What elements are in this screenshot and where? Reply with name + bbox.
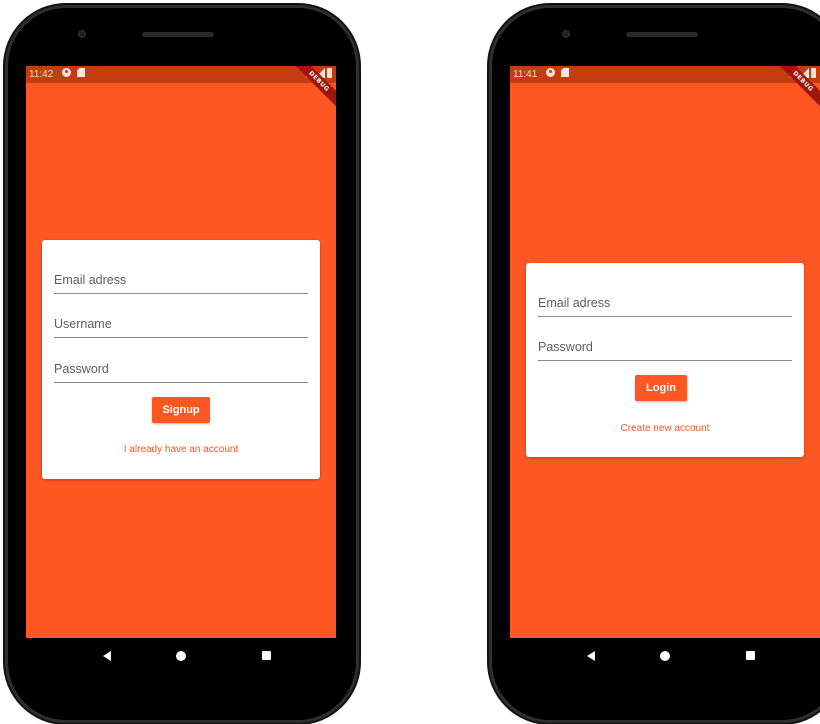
login-link[interactable]: I already have an account — [42, 444, 320, 455]
recents-icon[interactable] — [746, 651, 755, 660]
signup-screen: 11:42 DEBUG Signup — [26, 66, 336, 638]
sd-card-icon — [77, 68, 85, 77]
sync-icon — [62, 68, 71, 77]
earpiece-speaker — [142, 32, 214, 37]
status-icons-left — [546, 68, 569, 77]
username-input[interactable] — [54, 317, 308, 331]
status-time: 11:41 — [513, 69, 538, 80]
home-icon[interactable] — [660, 651, 670, 661]
password-input[interactable] — [54, 362, 308, 376]
home-icon[interactable] — [176, 651, 186, 661]
navigation-bar — [510, 638, 820, 674]
phone-login: 11:41 DEBUG Login Create new account — [492, 8, 820, 720]
password-field[interactable] — [54, 338, 308, 383]
username-field[interactable] — [54, 293, 308, 338]
password-field[interactable] — [538, 316, 792, 361]
earpiece-speaker — [626, 32, 698, 37]
password-input[interactable] — [538, 340, 792, 354]
front-camera — [78, 30, 86, 38]
login-screen: 11:41 DEBUG Login Create new account — [510, 66, 820, 638]
sync-icon — [546, 68, 555, 77]
create-account-link[interactable]: Create new account — [526, 423, 804, 434]
debug-banner: DEBUG — [774, 66, 820, 112]
login-button[interactable]: Login — [635, 375, 687, 401]
back-icon[interactable] — [587, 651, 595, 661]
status-bar: 11:41 DEBUG — [510, 66, 820, 111]
debug-banner: DEBUG — [290, 66, 336, 112]
recents-icon[interactable] — [262, 651, 271, 660]
email-field[interactable] — [54, 249, 308, 294]
signup-card: Signup I already have an account — [42, 240, 320, 479]
status-time: 11:42 — [29, 69, 54, 80]
back-icon[interactable] — [103, 651, 111, 661]
signup-button[interactable]: Signup — [152, 397, 210, 423]
status-bar: 11:42 DEBUG — [26, 66, 336, 111]
navigation-bar — [26, 638, 336, 674]
debug-banner-label: DEBUG — [774, 66, 820, 111]
email-input[interactable] — [538, 296, 792, 310]
status-icons-left — [62, 68, 85, 77]
sd-card-icon — [561, 68, 569, 77]
debug-banner-label: DEBUG — [290, 66, 336, 111]
email-input[interactable] — [54, 273, 308, 287]
login-card: Login Create new account — [526, 263, 804, 457]
front-camera — [562, 30, 570, 38]
phone-signup: 11:42 DEBUG Signup — [8, 8, 356, 720]
email-field[interactable] — [538, 272, 792, 317]
